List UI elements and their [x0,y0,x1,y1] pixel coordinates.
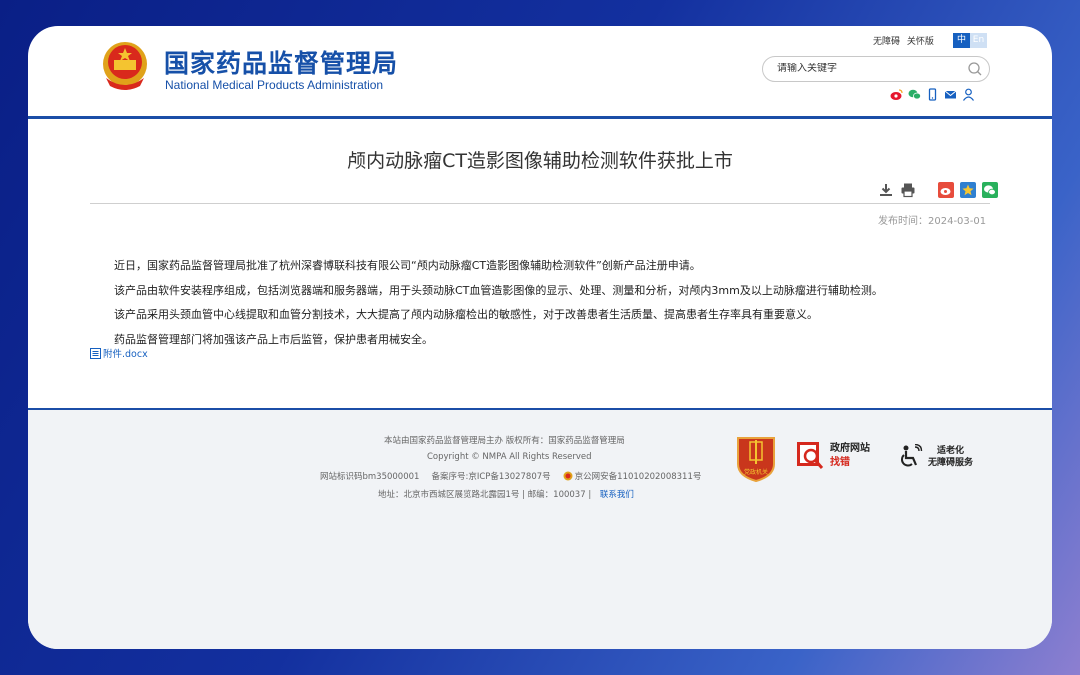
accessibility-link[interactable]: 无障碍 [873,37,900,47]
search-box [762,56,990,82]
mail-icon[interactable] [944,86,957,99]
footer-records: 网站标识码bm35000001 备案序号:京ICP备13027807号 京公网安… [320,470,701,482]
article-body: 近日，国家药品监督管理局批准了杭州深睿博联科技有限公司“颅内动脉瘤CT造影图像辅… [114,254,994,352]
download-icon[interactable] [878,182,894,198]
police-record[interactable]: 京公网安备11010202008311号 [563,470,702,482]
article-paragraph: 近日，国家药品监督管理局批准了杭州深睿博联科技有限公司“颅内动脉瘤CT造影图像辅… [114,259,701,272]
lang-en-button[interactable]: En [970,33,987,48]
share-qzone-icon[interactable] [960,182,976,198]
page-frame: 国家药品监督管理局 National Medical Products Admi… [28,26,1052,649]
mobile-icon[interactable] [926,86,939,101]
share-wechat-icon[interactable] [982,182,998,198]
article-title: 颅内动脉瘤CT造影图像辅助检测软件获批上市 [347,150,733,172]
contact-us-link[interactable]: 联系我们 [600,490,634,500]
article-paragraph: 该产品由软件安装程序组成，包括浏览器端和服务器端，用于头颈动脉CT血管造影图像的… [114,283,883,297]
lang-cn-button[interactable]: 中 [953,33,970,48]
site-header: 国家药品监督管理局 National Medical Products Admi… [28,26,1052,118]
gov-report-label: 政府网站 找错 [830,442,870,470]
gov-site-error-report[interactable]: 政府网站 找错 [796,440,870,472]
elder-mode-link[interactable]: 关怀版 [907,37,934,47]
wheelchair-icon [901,444,923,467]
attachment-link[interactable]: 附件.docx [90,346,148,360]
footer-divider [28,408,1052,410]
document-icon [90,347,101,359]
wechat-icon[interactable] [908,86,921,100]
gov-report-icon [797,442,824,469]
footer-copyright: Copyright © NMPA All Rights Reserved [427,452,592,462]
icp-record-link[interactable]: 备案序号:京ICP备13027807号 [431,470,550,482]
footer-sponsor: 本站由国家药品监督管理局主办 版权所有：国家药品监督管理局 [384,436,625,446]
top-links: 无障碍 关怀版 [873,34,938,47]
footer-address: 地址：北京市西城区展览路北露园1号 | 邮编：100037 | 联系我们 [378,488,634,500]
attachment-label[interactable]: 附件.docx [103,346,148,360]
header-divider [28,116,1052,119]
search-icon[interactable] [967,61,983,77]
share-weibo-icon[interactable] [938,182,954,198]
national-emblem-icon[interactable] [100,40,150,94]
gov-report-bottom: 找错 [830,457,850,468]
article-tools [878,182,998,198]
address-text: 地址：北京市西城区展览路北露园1号 | 邮编：100037 | [378,490,592,500]
article-paragraph: 药品监督管理部门将加强该产品上市后监管，保护患者用械安全。 [114,332,433,346]
weibo-icon[interactable] [890,86,903,100]
title-divider [90,203,990,204]
site-identifier: 网站标识码bm35000001 [320,472,420,482]
accessibility-label: 适老化 无障碍服务 [928,445,973,469]
police-badge-icon [563,471,573,481]
gov-report-top: 政府网站 [830,443,870,454]
police-record-text: 京公网安备11010202008311号 [574,472,702,482]
accessibility-bottom: 无障碍服务 [928,458,974,468]
user-icon[interactable] [962,86,975,101]
site-title[interactable]: 国家药品监督管理局 [164,44,398,80]
social-links [890,86,975,101]
article-paragraph: 该产品采用头颈血管中心线提取和血管分割技术，大大提高了颅内动脉瘤检出的敏感性，对… [114,308,818,321]
accessibility-top: 适老化 [937,446,965,456]
party-badge-text: 党政机关 [744,468,768,476]
search-input[interactable] [777,63,957,74]
print-icon[interactable] [900,182,916,198]
site-subtitle: National Medical Products Administration [165,78,384,92]
language-switch: 中 En [953,33,987,48]
publish-date: 发布时间：2024-03-01 [878,216,987,227]
accessibility-service[interactable]: 适老化 无障碍服务 [898,444,973,470]
party-government-badge-icon[interactable]: 党政机关 [736,434,776,482]
